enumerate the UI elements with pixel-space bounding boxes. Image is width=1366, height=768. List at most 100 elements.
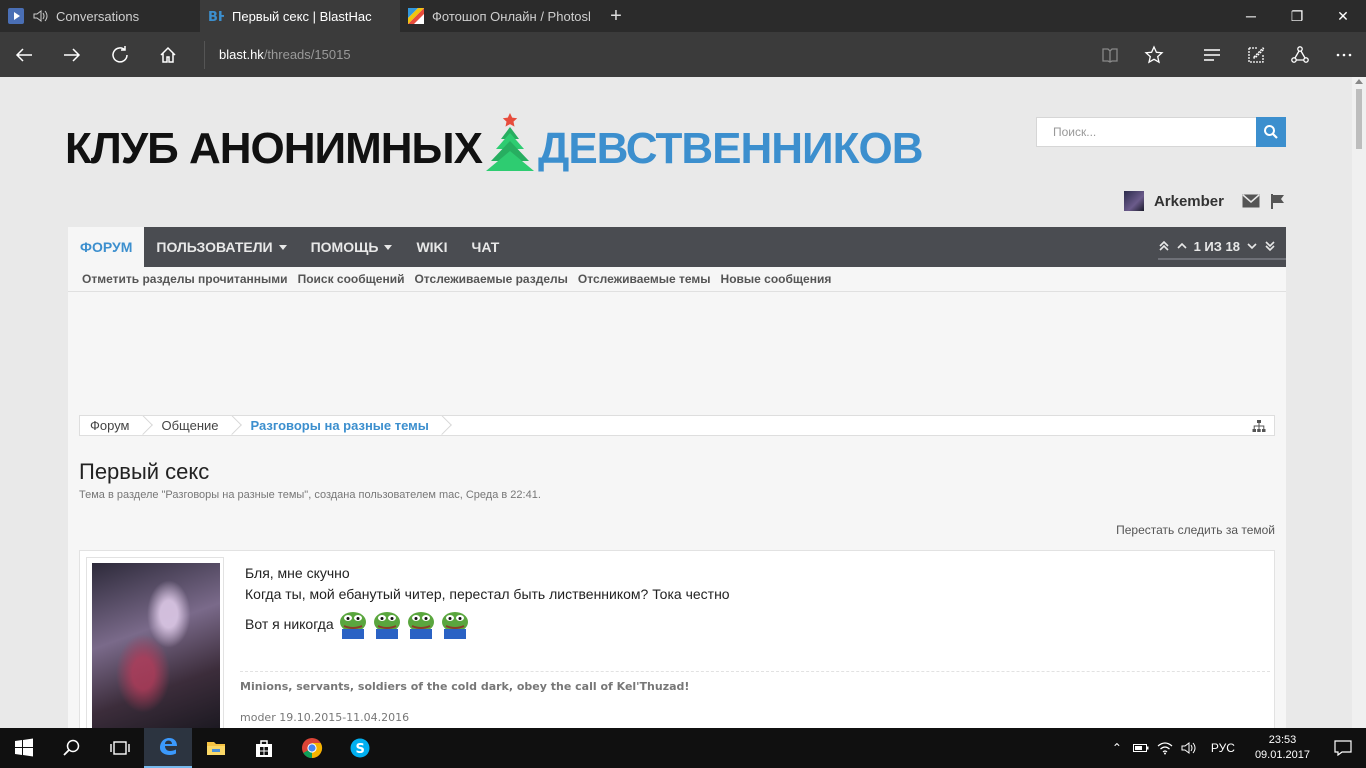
clock[interactable]: 23:53 09.01.2017 [1245, 733, 1320, 763]
url-field[interactable]: blast.hk/threads/15015 [204, 40, 351, 69]
maximize-button[interactable]: ❐ [1274, 0, 1320, 32]
share-icon [1291, 45, 1309, 63]
share-button[interactable] [1278, 32, 1322, 77]
signature-note: moder 19.10.2015-11.04.2016 [240, 711, 410, 724]
page-scrollbar[interactable] [1352, 77, 1366, 728]
edge-taskbar-button[interactable] [144, 728, 192, 768]
tab-chat[interactable]: ЧАТ [460, 227, 512, 267]
search-taskbar-button[interactable] [48, 728, 96, 768]
web-note-button[interactable] [1234, 32, 1278, 77]
task-view-button[interactable] [96, 728, 144, 768]
chevron-up-icon[interactable]: ⌃ [1105, 741, 1129, 755]
user-bar: Arkember [1123, 191, 1286, 211]
tab-photoshop-online[interactable]: Фотошоп Онлайн / Photosl [400, 0, 600, 32]
battery-icon[interactable] [1129, 743, 1153, 753]
start-button[interactable] [0, 728, 48, 768]
tab-title: Первый секс | BlastHac [232, 8, 372, 24]
tab-help[interactable]: ПОМОЩЬ [299, 227, 405, 267]
chrome-taskbar-button[interactable] [288, 728, 336, 768]
sitemap-icon[interactable] [1252, 419, 1266, 433]
home-button[interactable] [144, 32, 192, 77]
book-icon [1102, 47, 1118, 63]
main-nav: ФОРУМ ПОЛЬЗОВАТЕЛИ ПОМОЩЬ WIKI ЧАТ 1 ИЗ … [68, 227, 1286, 267]
site-search [1036, 117, 1286, 147]
input-language[interactable]: РУС [1201, 741, 1245, 755]
media-play-icon [8, 8, 24, 24]
tab-label: ФОРУМ [80, 239, 133, 255]
arrow-right-icon [64, 47, 81, 62]
clock-date: 09.01.2017 [1254, 749, 1310, 761]
windows-taskbar: S ⌃ РУС 23:53 09.01.2017 [0, 728, 1366, 768]
tab-wiki[interactable]: WIKI [404, 227, 459, 267]
volume-icon[interactable] [1177, 741, 1201, 755]
thread-description: Тема в разделе "Разговоры на разные темы… [79, 489, 541, 501]
breadcrumb: Форум Общение Разговоры на разные темы [79, 415, 1275, 436]
tab-conversations[interactable]: Conversations [0, 0, 200, 32]
search-button[interactable] [1256, 117, 1286, 147]
post-author-avatar[interactable] [86, 557, 224, 728]
crumb-random-topics[interactable]: Разговоры на разные темы [233, 416, 443, 435]
refresh-button[interactable] [96, 32, 144, 77]
store-bag-icon [256, 740, 272, 757]
tab-forum[interactable]: ФОРУМ [68, 227, 145, 267]
favorite-button[interactable] [1132, 32, 1176, 77]
flag-icon[interactable] [1270, 193, 1286, 209]
search-icon [1264, 125, 1278, 139]
tab-label: ПОЛЬЗОВАТЕЛИ [156, 239, 273, 255]
unwatch-thread-link[interactable]: Перестать следить за темой [1116, 523, 1275, 537]
post-signature: Minions, servants, soldiers of the cold … [240, 671, 1270, 724]
more-dots-icon [1336, 53, 1352, 56]
svg-text:BH: BH [208, 10, 224, 24]
envelope-icon[interactable] [1242, 194, 1260, 208]
pepe-icon [441, 612, 468, 639]
address-bar: blast.hk/threads/15015 [0, 32, 1366, 77]
photoshop-favicon-icon [408, 8, 424, 24]
watched-forums-link[interactable]: Отслеживаемые разделы [414, 272, 567, 286]
forward-button[interactable] [48, 32, 96, 77]
search-posts-link[interactable]: Поиск сообщений [298, 272, 405, 286]
more-button[interactable] [1322, 32, 1366, 77]
tab-title: Conversations [56, 8, 140, 24]
new-tab-button[interactable]: + [600, 0, 632, 32]
hub-button[interactable] [1190, 32, 1234, 77]
mark-read-link[interactable]: Отметить разделы прочитанными [82, 272, 288, 286]
avatar[interactable] [1123, 191, 1144, 211]
explorer-taskbar-button[interactable] [192, 728, 240, 768]
store-taskbar-button[interactable] [240, 728, 288, 768]
tab-label: ЧАТ [471, 239, 500, 255]
double-chevron-down-icon[interactable] [1264, 240, 1276, 252]
search-input[interactable] [1036, 117, 1256, 147]
tab-blasthack[interactable]: BH Первый секс | BlastHac [200, 0, 400, 32]
skype-logo-icon: S [350, 738, 370, 758]
reading-view-button[interactable] [1088, 32, 1132, 77]
scroll-up-icon[interactable] [1355, 79, 1363, 84]
double-chevron-up-icon[interactable] [1158, 240, 1170, 252]
windows-logo-icon [15, 738, 33, 757]
crumb-general[interactable]: Общение [144, 416, 233, 435]
christmas-tree-icon [485, 113, 534, 171]
skype-taskbar-button[interactable]: S [336, 728, 384, 768]
back-button[interactable] [0, 32, 48, 77]
speaker-icon[interactable] [32, 8, 48, 24]
post-line: Бля, мне скучно [245, 565, 350, 581]
chevron-down-icon[interactable] [1246, 240, 1258, 252]
watched-threads-link[interactable]: Отслеживаемые темы [578, 272, 711, 286]
site-logo[interactable]: КЛУБ АНОНИМНЫХ ДЕВСТВЕННИКОВ [65, 113, 923, 177]
minimize-button[interactable]: ─ [1228, 0, 1274, 32]
notification-icon [1334, 740, 1352, 756]
chrome-logo-icon [302, 738, 323, 759]
crumb-forum[interactable]: Форум [80, 416, 144, 435]
scroll-thumb[interactable] [1356, 89, 1362, 149]
tab-title: Фотошоп Онлайн / Photosl [432, 8, 591, 24]
action-center-button[interactable] [1320, 740, 1366, 756]
username-link[interactable]: Arkember [1154, 193, 1224, 210]
post-body: Бля, мне скучно Когда ты, мой ебанутый ч… [245, 563, 730, 639]
task-view-icon [110, 741, 130, 755]
tab-users[interactable]: ПОЛЬЗОВАТЕЛИ [144, 227, 298, 267]
pepe-icon [407, 612, 434, 639]
close-window-button[interactable]: ✕ [1320, 0, 1366, 32]
wifi-icon[interactable] [1153, 741, 1177, 755]
new-posts-link[interactable]: Новые сообщения [721, 272, 832, 286]
edge-logo-icon [160, 738, 177, 755]
chevron-up-icon[interactable] [1176, 240, 1188, 252]
